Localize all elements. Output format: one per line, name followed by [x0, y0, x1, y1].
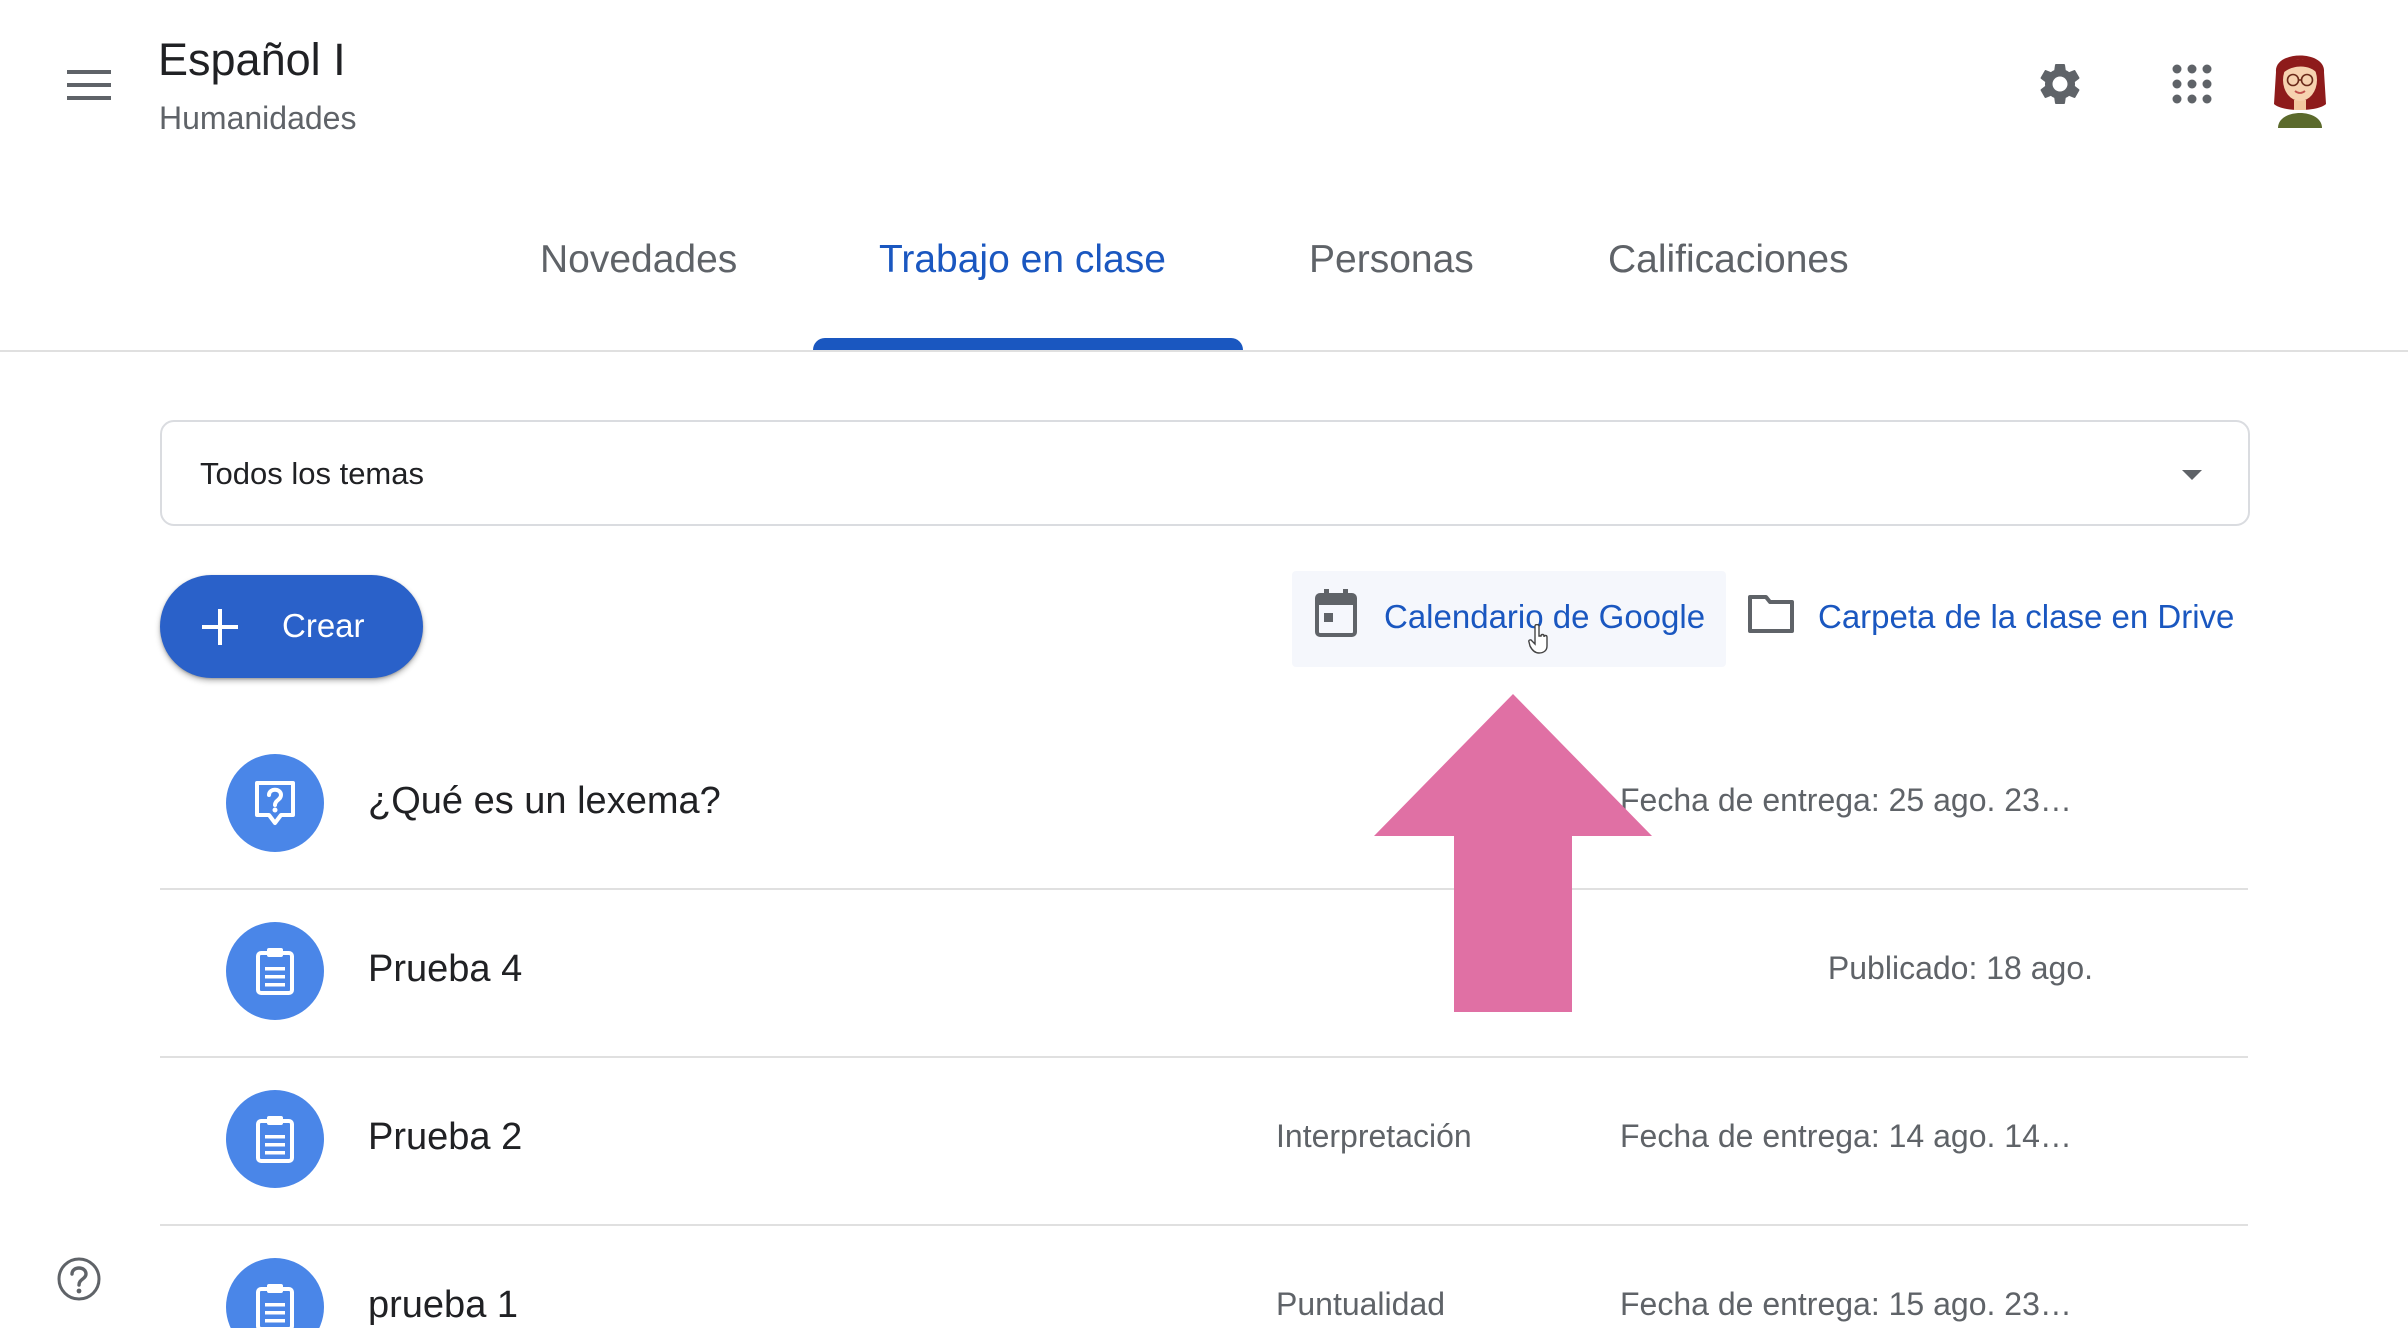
active-tab-indicator [813, 338, 1243, 350]
classroom-page: Español I Humanidades Novedades Trabajo … [0, 0, 2408, 1328]
calendar-icon [1315, 589, 1357, 637]
google-calendar-link[interactable]: Calendario de Google [1292, 571, 1726, 667]
item-due-date: Fecha de entrega: 14 ago. 14… [1620, 1118, 2072, 1154]
item-published-date: Publicado: 18 ago. [1827, 950, 2093, 986]
main-menu-button[interactable] [58, 58, 120, 112]
assignment-icon [226, 1090, 324, 1188]
apps-grid-icon [2172, 64, 2212, 104]
folder-icon [1748, 595, 1794, 633]
tab-calificaciones[interactable]: Calificaciones [1608, 238, 1849, 282]
tab-personas[interactable]: Personas [1309, 238, 1474, 282]
create-button[interactable]: Crear [160, 575, 423, 678]
class-drive-folder-link-label: Carpeta de la clase en Drive [1818, 598, 2235, 635]
tab-trabajo-en-clase[interactable]: Trabajo en clase [879, 238, 1166, 282]
settings-button[interactable] [2028, 52, 2092, 116]
topic-filter-dropdown[interactable]: Todos los temas [160, 420, 2250, 526]
assignment-icon [226, 1258, 324, 1328]
app-header: Español I Humanidades [0, 0, 2408, 170]
google-apps-button[interactable] [2160, 52, 2224, 116]
help-icon[interactable] [56, 1256, 102, 1302]
item-due-date: Fecha de entrega: 25 ago. 23… [1620, 782, 2072, 818]
class-tabs: Novedades Trabajo en clase Personas Cali… [0, 200, 2408, 352]
dropdown-arrow-icon [2182, 470, 2202, 480]
list-item[interactable]: ¿Qué es un lexema? Fecha de entrega: 25 … [160, 720, 2248, 890]
item-title: Prueba 2 [368, 1116, 523, 1158]
list-item[interactable]: Prueba 2 Interpretación Fecha de entrega… [160, 1056, 2248, 1226]
topic-filter-value: Todos los temas [200, 456, 424, 491]
list-item[interactable]: prueba 1 Puntualidad Fecha de entrega: 1… [160, 1224, 2248, 1328]
user-avatar[interactable] [2268, 42, 2332, 128]
hand-cursor-icon [1528, 624, 1548, 654]
class-drive-folder-link[interactable]: Carpeta de la clase en Drive [1744, 571, 2234, 667]
question-icon [226, 754, 324, 852]
item-title: Prueba 4 [368, 948, 523, 990]
class-title[interactable]: Español I [158, 34, 346, 86]
item-title: ¿Qué es un lexema? [368, 780, 721, 822]
pointer-arrow-overlay [1374, 694, 1652, 1012]
list-item[interactable]: Prueba 4 Publicado: 18 ago. [160, 888, 2248, 1058]
plus-icon [202, 609, 238, 645]
class-subtitle: Humanidades [159, 100, 357, 136]
hamburger-menu-icon [67, 70, 111, 100]
item-topic: Puntualidad [1276, 1286, 1446, 1322]
create-button-label: Crear [282, 607, 365, 644]
item-topic: Interpretación [1276, 1118, 1472, 1154]
avatar-icon [2274, 55, 2326, 128]
tab-novedades[interactable]: Novedades [540, 238, 737, 282]
gear-icon [2040, 63, 2080, 104]
item-due-date: Fecha de entrega: 15 ago. 23… [1620, 1286, 2072, 1322]
assignment-icon [226, 922, 324, 1020]
item-title: prueba 1 [368, 1284, 519, 1326]
